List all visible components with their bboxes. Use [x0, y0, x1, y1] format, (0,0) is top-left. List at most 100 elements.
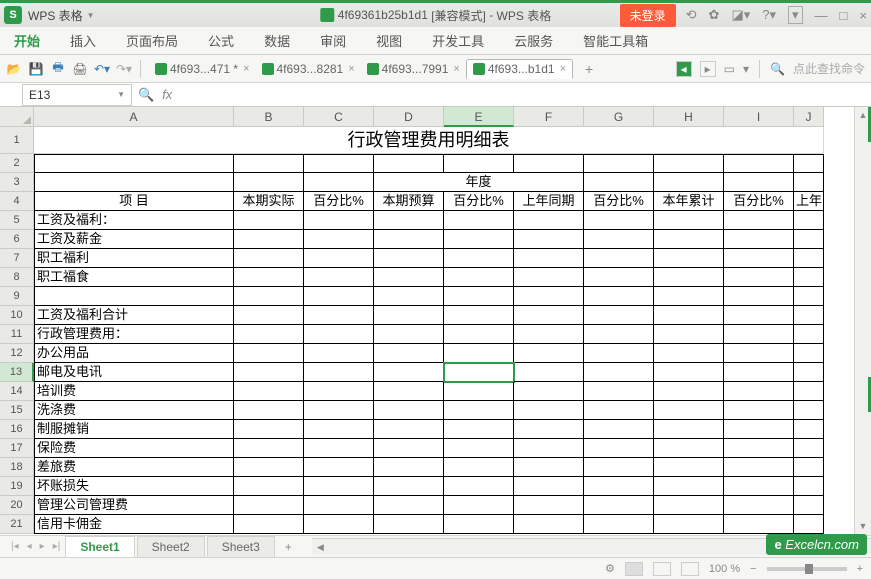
cell-I11[interactable]	[724, 325, 794, 344]
nav-left-icon[interactable]: ◂	[676, 61, 692, 77]
cell-B5[interactable]	[234, 211, 304, 230]
cell-C18[interactable]	[304, 458, 374, 477]
cell-H7[interactable]	[654, 249, 724, 268]
cell-B14[interactable]	[234, 382, 304, 401]
cell-D3[interactable]: 年度	[374, 173, 584, 192]
menu-view[interactable]: 视图	[370, 27, 408, 54]
cell-J15[interactable]	[794, 401, 824, 420]
skin-icon[interactable]: ◪▾	[731, 7, 750, 23]
view-normal[interactable]	[625, 562, 643, 576]
cell-I19[interactable]	[724, 477, 794, 496]
grid[interactable]: 行政管理费用明细表年度项 目本期实际百分比%本期预算百分比%上年同期百分比%本年…	[34, 127, 824, 534]
cell-I8[interactable]	[724, 268, 794, 287]
window-list-icon[interactable]: ▭	[724, 62, 735, 76]
row-header-10[interactable]: 10	[0, 306, 34, 325]
row-header-2[interactable]: 2	[0, 154, 34, 173]
magnify-icon[interactable]: 🔍	[138, 87, 154, 103]
cell-A11[interactable]: 行政管理费用：	[34, 325, 234, 344]
cell-B20[interactable]	[234, 496, 304, 515]
cell-G17[interactable]	[584, 439, 654, 458]
cell-I20[interactable]	[724, 496, 794, 515]
cell-D14[interactable]	[374, 382, 444, 401]
cell-D17[interactable]	[374, 439, 444, 458]
doc-tab[interactable]: 4f693...b1d1×	[466, 59, 573, 79]
print-icon[interactable]: 🖨	[72, 61, 88, 77]
cell-A17[interactable]: 保险费	[34, 439, 234, 458]
cell-G19[interactable]	[584, 477, 654, 496]
cell-H10[interactable]	[654, 306, 724, 325]
minimize-button[interactable]: —	[815, 8, 828, 23]
cell-G7[interactable]	[584, 249, 654, 268]
cell-I3[interactable]	[724, 173, 794, 192]
scroll-left-icon[interactable]: ◀	[312, 539, 329, 555]
col-header-C[interactable]: C	[304, 107, 374, 127]
menu-smarttools[interactable]: 智能工具箱	[577, 27, 654, 54]
cell-J21[interactable]	[794, 515, 824, 534]
cell-H12[interactable]	[654, 344, 724, 363]
cell-H18[interactable]	[654, 458, 724, 477]
row-header-20[interactable]: 20	[0, 496, 34, 515]
doc-tab[interactable]: 4f693...471 *×	[149, 59, 256, 79]
row-header-15[interactable]: 15	[0, 401, 34, 420]
cell-C16[interactable]	[304, 420, 374, 439]
cell-J5[interactable]	[794, 211, 824, 230]
menu-insert[interactable]: 插入	[64, 27, 102, 54]
cell-E16[interactable]	[444, 420, 514, 439]
cell-E14[interactable]	[444, 382, 514, 401]
app-menu-dropdown[interactable]: ▼	[87, 11, 95, 20]
cell-J12[interactable]	[794, 344, 824, 363]
cell-E2[interactable]	[444, 154, 514, 173]
cell-C21[interactable]	[304, 515, 374, 534]
cell-H14[interactable]	[654, 382, 724, 401]
close-button[interactable]: ×	[859, 8, 867, 23]
undo-icon[interactable]: ↶▾	[94, 61, 110, 77]
cell-A5[interactable]: 工资及福利：	[34, 211, 234, 230]
close-icon[interactable]: ×	[348, 63, 354, 75]
sheet-tab-sheet2[interactable]: Sheet2	[137, 536, 205, 557]
cell-I12[interactable]	[724, 344, 794, 363]
cell-I9[interactable]	[724, 287, 794, 306]
cell-F8[interactable]	[514, 268, 584, 287]
cell-G3[interactable]	[584, 173, 654, 192]
cell-F11[interactable]	[514, 325, 584, 344]
col-header-B[interactable]: B	[234, 107, 304, 127]
row-header-13[interactable]: 13	[0, 363, 34, 382]
zoom-out[interactable]: −	[750, 563, 756, 575]
cell-E5[interactable]	[444, 211, 514, 230]
cell-H4[interactable]: 本年累计	[654, 192, 724, 211]
cell-C8[interactable]	[304, 268, 374, 287]
cell-B15[interactable]	[234, 401, 304, 420]
toolbox-icon[interactable]: ▾	[788, 6, 803, 24]
row-header-17[interactable]: 17	[0, 439, 34, 458]
menu-cloud[interactable]: 云服务	[508, 27, 559, 54]
cell-J4[interactable]: 上年	[794, 192, 824, 211]
cell-H21[interactable]	[654, 515, 724, 534]
close-icon[interactable]: ×	[560, 63, 566, 75]
cell-C19[interactable]	[304, 477, 374, 496]
cell-D8[interactable]	[374, 268, 444, 287]
cell-D10[interactable]	[374, 306, 444, 325]
cell-J13[interactable]	[794, 363, 824, 382]
row-header-8[interactable]: 8	[0, 268, 34, 287]
cell-I7[interactable]	[724, 249, 794, 268]
cell-C7[interactable]	[304, 249, 374, 268]
cell-E20[interactable]	[444, 496, 514, 515]
col-header-D[interactable]: D	[374, 107, 444, 127]
menu-formula[interactable]: 公式	[202, 27, 240, 54]
cell-B11[interactable]	[234, 325, 304, 344]
view-break[interactable]	[681, 562, 699, 576]
redo-icon[interactable]: ↷▾	[116, 61, 132, 77]
cell-H19[interactable]	[654, 477, 724, 496]
cell-A7[interactable]: 职工福利	[34, 249, 234, 268]
col-header-E[interactable]: E	[444, 107, 514, 127]
row-header-21[interactable]: 21	[0, 515, 34, 534]
cell-H17[interactable]	[654, 439, 724, 458]
sheet-nav-next[interactable]: ▸	[37, 541, 48, 552]
view-page[interactable]	[653, 562, 671, 576]
cell-F16[interactable]	[514, 420, 584, 439]
cell-A20[interactable]: 管理公司管理费	[34, 496, 234, 515]
cell-D2[interactable]	[374, 154, 444, 173]
cell-E13[interactable]	[444, 363, 514, 382]
cell-F4[interactable]: 上年同期	[514, 192, 584, 211]
cell-E6[interactable]	[444, 230, 514, 249]
